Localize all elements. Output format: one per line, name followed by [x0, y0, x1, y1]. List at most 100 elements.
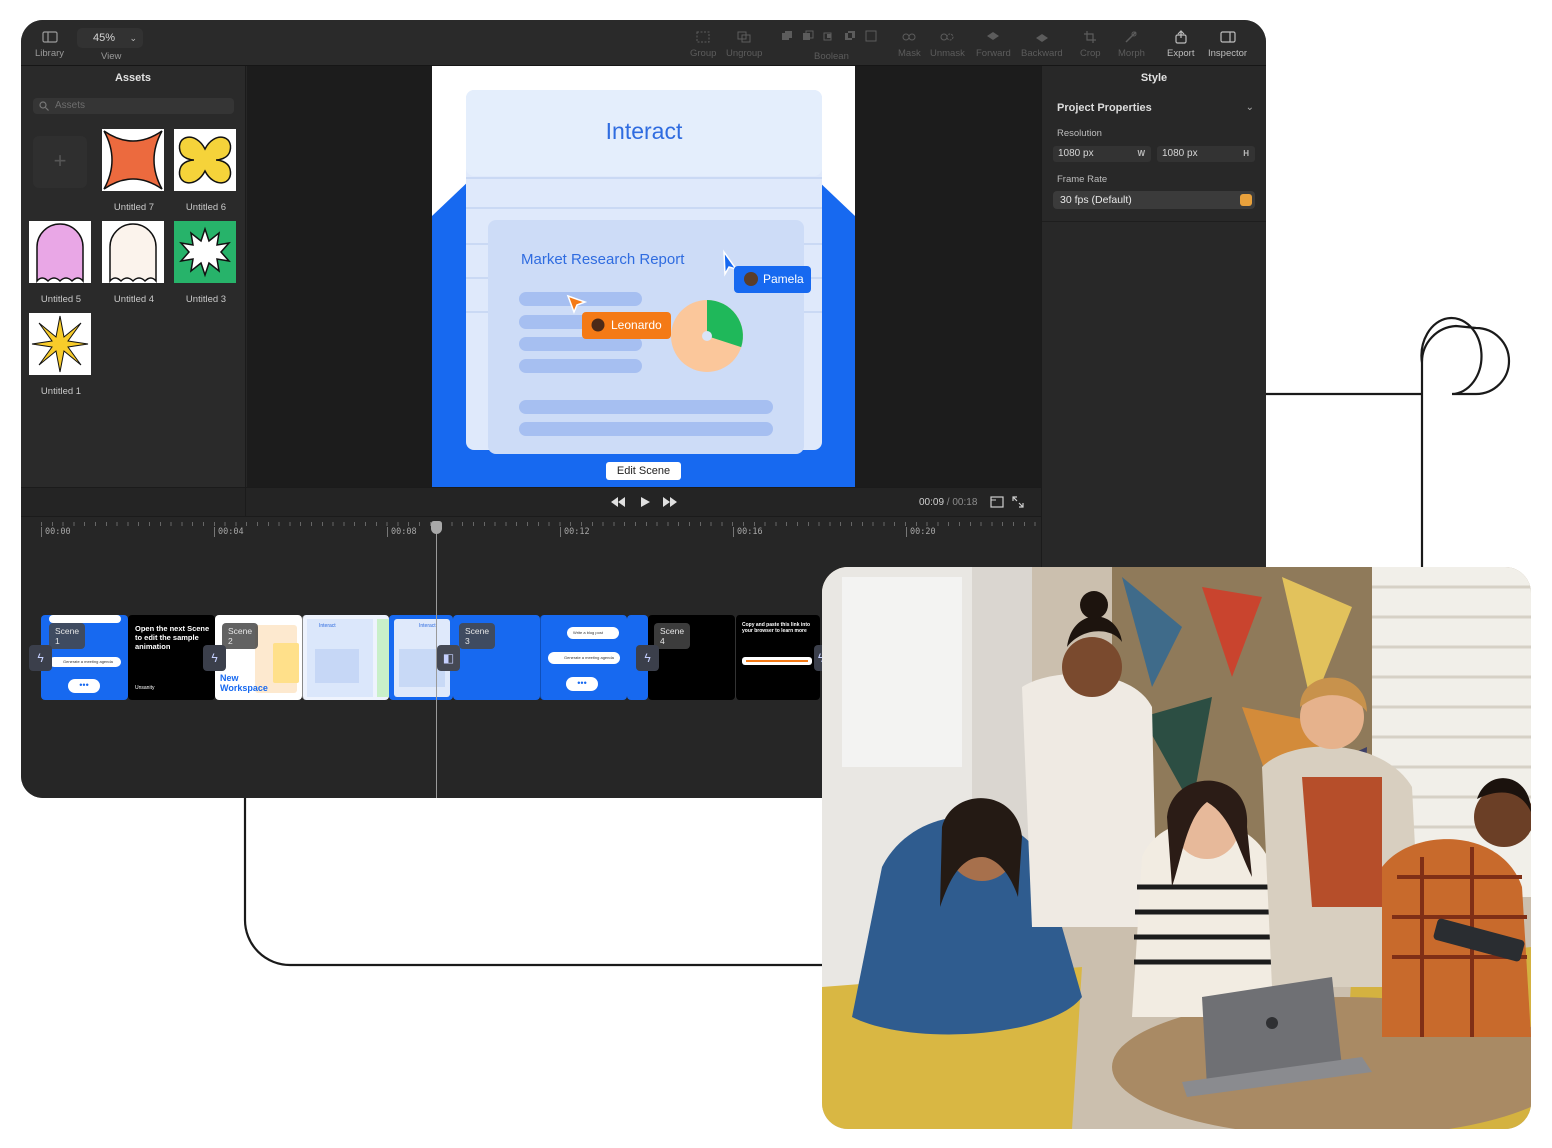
artboard-frame[interactable]: Interact Market Research Report Pamela L… — [432, 66, 855, 487]
divide-icon — [865, 30, 877, 42]
asset-untitled-5[interactable]: Untitled 5 — [29, 221, 93, 305]
asset-label: Untitled 1 — [40, 386, 82, 397]
zoom-select[interactable]: 45% ⌄ — [77, 28, 143, 48]
play-icon[interactable] — [639, 496, 651, 508]
project-properties-heading[interactable]: Project Properties — [1057, 102, 1152, 114]
scene3-pill-1: Write a blog post — [567, 627, 619, 639]
scene1-caption: Open the next Scene to edit the sample a… — [135, 624, 210, 651]
add-asset-button[interactable]: + — [33, 136, 87, 188]
stepper-arrows-icon — [1240, 194, 1252, 206]
cursor-label-leonardo: Leonardo — [611, 318, 662, 332]
ruler-tick-label: 00:08 — [387, 527, 417, 537]
group-button[interactable]: Group — [690, 26, 716, 59]
lightning-transition-icon[interactable]: ϟ — [203, 645, 226, 671]
ruler-minor-ticks — [41, 522, 1041, 526]
library-button[interactable]: Library — [35, 26, 64, 59]
scene-label: Scene 4 — [654, 623, 691, 649]
scene2-caption: New Workspace — [220, 673, 268, 693]
resolution-label: Resolution — [1057, 128, 1102, 139]
cursor-label-pamela: Pamela — [763, 272, 804, 286]
unmask-button[interactable]: Unmask — [930, 26, 965, 59]
chevron-down-icon[interactable]: ⌄ — [1246, 102, 1254, 113]
width-value: 1080 px — [1058, 148, 1094, 159]
scene-clip-3b[interactable]: Write a blog post Generate a meeting age… — [540, 615, 627, 700]
backward-label: Backward — [1021, 48, 1063, 59]
fullscreen-icon[interactable] — [1012, 496, 1024, 508]
interact-heading: Interact — [605, 118, 683, 144]
crop-button[interactable]: Crop — [1080, 26, 1101, 59]
assets-search-input[interactable]: Assets — [33, 98, 234, 114]
scene4-caption: Copy and paste this link into your brows… — [742, 622, 811, 634]
ruler-tick-label: 00:20 — [906, 527, 936, 537]
report-title: Market Research Report — [521, 251, 685, 268]
toolbar: Library 45% ⌄ View Group Ungroup Boolean… — [21, 20, 1266, 66]
scene-clip-4b[interactable]: Copy and paste this link into your brows… — [735, 615, 820, 700]
assets-panel: Assets Assets + Untitled 7 Untitled 6 Un… — [21, 66, 246, 487]
assets-title: Assets — [114, 72, 152, 84]
height-field[interactable]: 1080 px H — [1157, 146, 1255, 162]
playhead-line — [436, 529, 437, 798]
total-time: 00:18 — [952, 497, 978, 508]
lightning-transition-icon[interactable]: ϟ — [636, 645, 659, 671]
crop-label: Crop — [1080, 48, 1101, 59]
asset-label: Untitled 6 — [185, 202, 227, 213]
asset-untitled-1[interactable]: Untitled 1 — [29, 313, 93, 397]
mask-icon — [901, 26, 917, 48]
asset-label: Untitled 7 — [113, 202, 155, 213]
zoom-value: 45% — [93, 32, 116, 44]
fast-forward-icon[interactable] — [662, 496, 678, 508]
asset-untitled-4[interactable]: Untitled 4 — [102, 221, 166, 305]
asset-untitled-7[interactable]: Untitled 7 — [102, 129, 166, 213]
ungroup-label: Ungroup — [726, 48, 763, 59]
backward-button[interactable]: Backward — [1021, 26, 1063, 59]
edit-scene-button[interactable]: Edit Scene — [606, 462, 681, 480]
scene-clip-2b[interactable]: Interact — [302, 615, 389, 700]
bowtie-shape-icon — [102, 129, 164, 191]
transport-spacer — [21, 488, 246, 518]
export-button[interactable]: Export — [1167, 26, 1194, 59]
morph-button[interactable]: Morph — [1118, 26, 1145, 59]
library-label: Library — [35, 48, 65, 59]
asset-untitled-3[interactable]: Untitled 3 — [174, 221, 238, 305]
frame-rate-select[interactable]: 30 fps (Default) — [1053, 191, 1255, 209]
clover-shape-icon — [174, 129, 236, 191]
star-shape-icon — [29, 313, 91, 375]
ungroup-icon — [737, 26, 751, 48]
forward-button[interactable]: Forward — [976, 26, 1011, 59]
mask-button[interactable]: Mask — [898, 26, 921, 59]
unmask-icon — [939, 26, 955, 48]
rewind-icon[interactable] — [610, 496, 626, 508]
transition-handle-icon[interactable]: ◧ — [437, 645, 460, 671]
ghost-shape-icon — [102, 221, 164, 284]
unmask-label: Unmask — [930, 48, 965, 59]
scene-label: Scene 3 — [459, 623, 496, 649]
burst-shape-icon — [174, 221, 236, 283]
bring-forward-icon — [986, 26, 1000, 48]
brand-mark: Unsanity — [135, 685, 155, 691]
height-suffix: H — [1243, 149, 1249, 158]
mask-label: Mask — [898, 48, 921, 59]
playhead-handle[interactable] — [431, 521, 442, 534]
scene-label: Scene 1 — [49, 623, 86, 649]
inspector-label: Inspector — [1208, 48, 1248, 59]
width-suffix: W — [1137, 149, 1145, 158]
union-icon — [782, 31, 792, 40]
team-photo-illustration — [822, 567, 1531, 1129]
scene-clip-1b[interactable]: Open the next Scene to edit the sample a… — [128, 615, 215, 700]
scene2-mini-title: Interact — [319, 623, 336, 629]
lightning-transition-icon[interactable]: ϟ — [29, 645, 52, 671]
width-field[interactable]: 1080 px W — [1053, 146, 1151, 162]
canvas-stage[interactable]: Interact Market Research Report Pamela L… — [247, 66, 1041, 487]
group-icon — [696, 26, 710, 48]
scene1-pill: Generate a meeting agenda — [49, 657, 121, 667]
aspect-ratio-icon[interactable] — [990, 496, 1004, 508]
inspector-button[interactable]: Inspector — [1208, 26, 1247, 59]
asset-untitled-6[interactable]: Untitled 6 — [174, 129, 238, 213]
current-time: 00:09 — [919, 497, 945, 508]
asset-label: Untitled 4 — [113, 294, 155, 305]
timeline-ruler[interactable]: 00:00 00:04 00:08 00:12 00:16 00:20 — [21, 517, 1041, 541]
ungroup-button[interactable]: Ungroup — [726, 26, 762, 59]
divider — [1042, 221, 1266, 222]
boolean-label: Boolean — [814, 51, 849, 62]
ruler-tick-label: 00:00 — [41, 527, 71, 537]
